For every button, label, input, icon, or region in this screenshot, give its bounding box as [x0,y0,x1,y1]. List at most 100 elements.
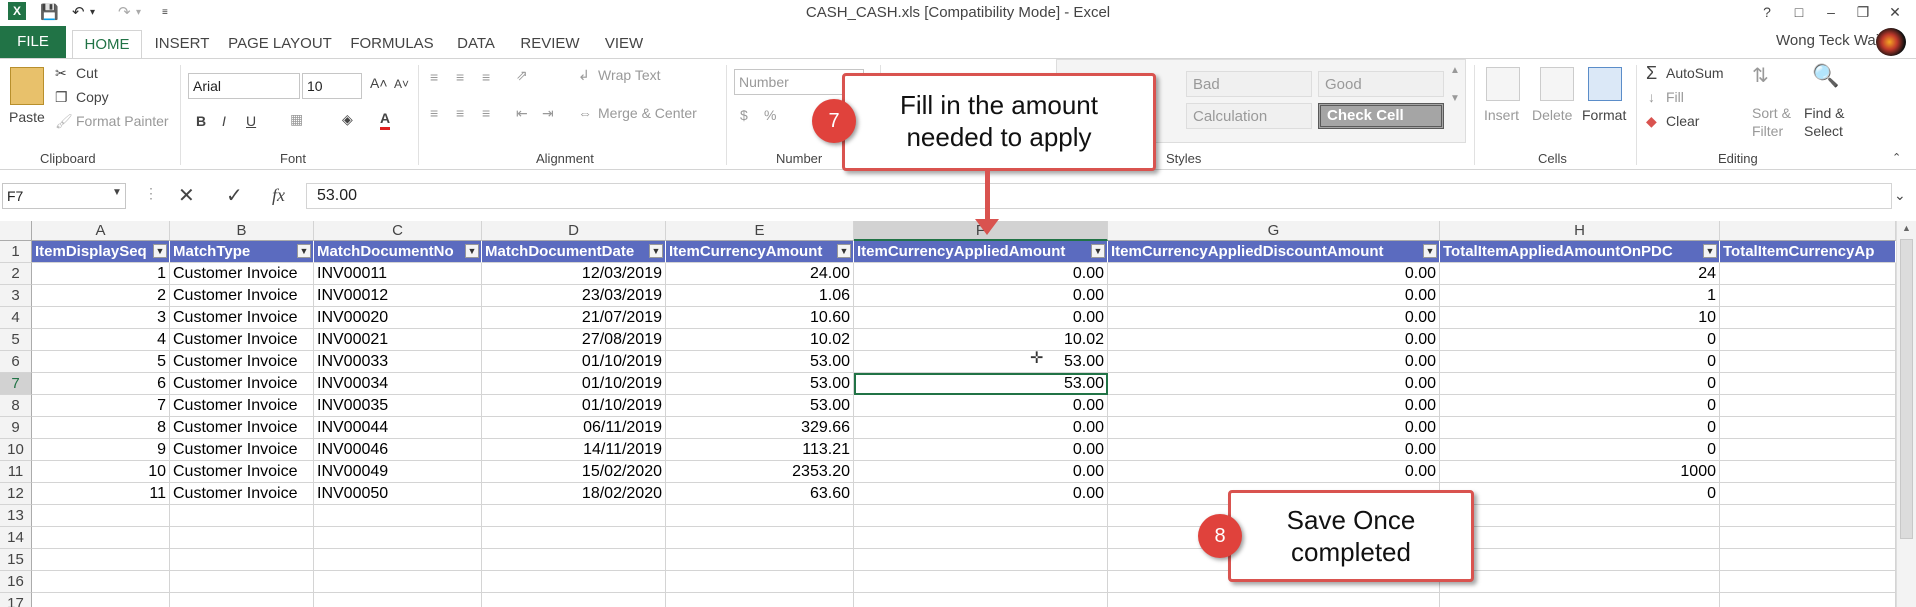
table-cell[interactable] [1440,505,1720,527]
table-cell[interactable]: 0.00 [1108,351,1440,373]
table-cell[interactable]: 24.00 [666,263,854,285]
row-header[interactable]: 14 [0,527,32,549]
table-cell[interactable]: Customer Invoice [170,417,314,439]
table-cell[interactable] [666,505,854,527]
enter-icon[interactable]: ✓ [226,183,243,208]
filter-dropdown-icon[interactable]: ▼ [297,244,311,258]
merge-icon[interactable]: ⇔ [578,105,592,121]
column-header[interactable]: G [1108,221,1440,241]
style-bad[interactable]: Bad [1186,71,1312,97]
table-cell[interactable]: INV00050 [314,483,482,505]
align-bottom-icon[interactable]: ≡ [482,69,490,85]
table-cell[interactable] [666,527,854,549]
table-cell[interactable]: INV00012 [314,285,482,307]
table-cell[interactable] [314,571,482,593]
tab-page-layout[interactable]: PAGE LAYOUT [224,30,336,58]
table-cell[interactable]: 53.00 [854,351,1108,373]
table-cell[interactable]: INV00035 [314,395,482,417]
table-cell[interactable]: 53.00 [666,373,854,395]
scroll-up-icon[interactable]: ▲ [1902,223,1911,233]
name-box[interactable]: F7 [2,183,126,209]
filter-dropdown-icon[interactable]: ▼ [1423,244,1437,258]
table-cell[interactable] [32,505,170,527]
table-cell[interactable] [666,593,854,607]
table-header-cell[interactable]: ItemDisplaySeq ▼ [32,241,170,263]
table-cell[interactable]: 63.60 [666,483,854,505]
style-calculation[interactable]: Calculation [1186,103,1312,129]
row-header[interactable]: 10 [0,439,32,461]
table-cell[interactable]: 18/02/2020 [482,483,666,505]
filter-dropdown-icon[interactable]: ▼ [1703,244,1717,258]
table-cell[interactable] [170,527,314,549]
delete-button[interactable]: Delete [1532,107,1572,123]
insert-function-button[interactable]: fx [272,185,285,206]
align-top-icon[interactable]: ≡ [430,69,438,85]
fill-color-icon[interactable]: ◈ [342,111,353,128]
table-cell[interactable]: 10 [1440,307,1720,329]
table-cell[interactable]: 0.00 [854,395,1108,417]
table-cell[interactable]: 6 [32,373,170,395]
font-color-icon[interactable]: A [380,109,391,130]
table-cell[interactable]: 0.00 [854,483,1108,505]
table-cell[interactable]: 0.00 [854,307,1108,329]
find-label[interactable]: Find & [1804,105,1844,121]
worksheet-grid[interactable]: ABCDEFGH 1 2 3 4 5 6 7 8 9 10 11 12 13 14 15 16 17 ItemD… [0,221,1916,607]
table-cell[interactable] [1108,593,1440,607]
table-cell[interactable]: INV00033 [314,351,482,373]
table-cell[interactable]: 7 [32,395,170,417]
minimize-button[interactable]: – [1818,2,1844,22]
avatar[interactable] [1876,28,1906,56]
table-cell[interactable] [170,593,314,607]
table-cell[interactable] [170,505,314,527]
table-cell[interactable] [666,571,854,593]
table-header-cell[interactable]: MatchDocumentDate ▼ [482,241,666,263]
table-cell[interactable] [1440,593,1720,607]
table-cell[interactable]: 06/11/2019 [482,417,666,439]
close-button[interactable]: ✕ [1882,2,1908,22]
table-cell[interactable]: 10.02 [666,329,854,351]
expand-formula-icon[interactable]: ⌄ [1894,187,1906,204]
bold-button[interactable]: B [196,113,206,129]
table-cell[interactable]: INV00044 [314,417,482,439]
table-cell[interactable]: 10.60 [666,307,854,329]
table-cell[interactable]: INV00034 [314,373,482,395]
table-cell[interactable] [1720,307,1896,329]
table-header-cell[interactable]: MatchDocumentNo ▼ [314,241,482,263]
table-cell[interactable]: 0.00 [1108,263,1440,285]
align-middle-icon[interactable]: ≡ [456,69,464,85]
table-cell[interactable]: Customer Invoice [170,329,314,351]
table-cell[interactable] [1720,263,1896,285]
table-cell[interactable]: 12/03/2019 [482,263,666,285]
decrease-indent-icon[interactable]: ⇤ [516,105,528,122]
table-cell[interactable]: 0 [1440,329,1720,351]
insert-cells-icon[interactable] [1486,67,1520,101]
vertical-scrollbar[interactable]: ▲ [1896,221,1916,607]
tab-view[interactable]: VIEW [596,30,652,58]
table-cell[interactable]: 53.00 [666,351,854,373]
table-cell[interactable] [854,505,1108,527]
column-header[interactable] [1720,221,1896,241]
wrap-text-icon[interactable]: ↲ [578,67,590,84]
table-cell[interactable]: 113.21 [666,439,854,461]
fill-button[interactable]: Fill [1666,89,1684,105]
table-cell[interactable]: 0.00 [854,439,1108,461]
row-header[interactable]: 13 [0,505,32,527]
table-cell[interactable]: 53.00 [666,395,854,417]
table-cell[interactable] [1720,417,1896,439]
insert-button[interactable]: Insert [1484,107,1519,123]
find-select-icon[interactable]: 🔍 [1812,63,1839,89]
table-cell[interactable]: 0.00 [1108,395,1440,417]
decrease-font-icon[interactable]: A˅ [394,77,409,91]
table-cell[interactable]: Customer Invoice [170,395,314,417]
styles-scroll-up-icon[interactable]: ▲ [1450,65,1460,76]
tab-home[interactable]: HOME [72,30,142,58]
filter-dropdown-icon[interactable]: ▼ [465,244,479,258]
table-cell[interactable] [32,527,170,549]
format-cells-icon[interactable] [1588,67,1622,101]
collapse-ribbon-icon[interactable]: ⌃ [1892,151,1901,164]
column-header[interactable]: B [170,221,314,241]
select-label[interactable]: Select [1804,123,1843,139]
paste-button[interactable]: Paste [9,109,45,125]
table-cell[interactable]: 1.06 [666,285,854,307]
autosum-button[interactable]: AutoSum [1666,65,1724,81]
